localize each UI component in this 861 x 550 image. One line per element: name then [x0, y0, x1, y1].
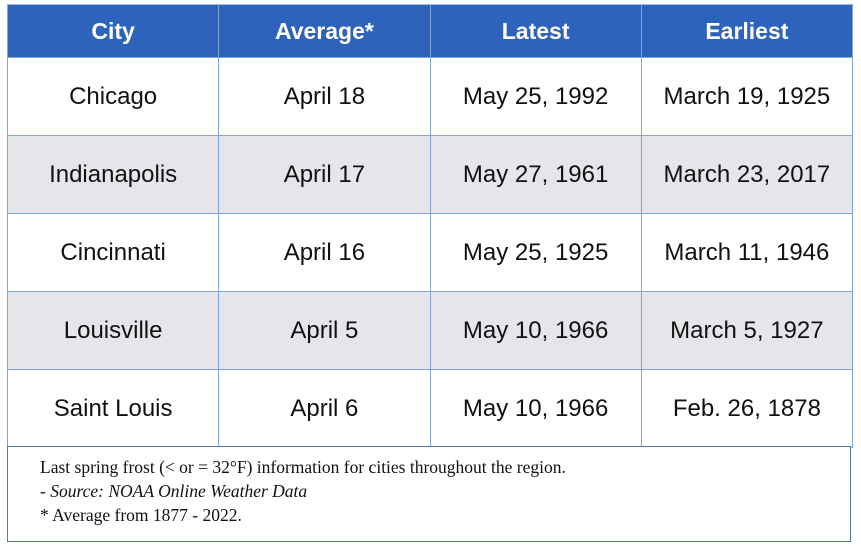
cell-earliest: Feb. 26, 1878: [640, 369, 854, 448]
cell-earliest: March 11, 1946: [640, 213, 854, 292]
footnote-average-range: * Average from 1877 - 2022.: [40, 505, 242, 525]
cell-earliest: March 19, 1925: [640, 57, 854, 136]
cell-earliest: March 23, 2017: [640, 135, 854, 214]
header-average: Average*: [218, 4, 431, 58]
cell-latest: May 10, 1966: [429, 291, 642, 370]
cell-average: April 6: [218, 369, 431, 448]
table-row: Cincinnati April 16 May 25, 1925 March 1…: [6, 213, 854, 292]
cell-city: Cincinnati: [6, 213, 220, 292]
cell-city: Indianapolis: [6, 135, 220, 214]
cell-city: Chicago: [6, 57, 220, 136]
cell-latest: May 25, 1992: [429, 57, 642, 136]
footnote-source: - Source: NOAA Online Weather Data: [40, 479, 850, 503]
cell-average: April 18: [218, 57, 431, 136]
cell-latest: May 25, 1925: [429, 213, 642, 292]
table-row: Louisville April 5 May 10, 1966 March 5,…: [6, 291, 854, 370]
table-row: Indianapolis April 17 May 27, 1961 March…: [6, 135, 854, 214]
header-earliest: Earliest: [640, 4, 854, 58]
cell-city: Louisville: [6, 291, 220, 370]
table-row: Saint Louis April 6 May 10, 1966 Feb. 26…: [6, 369, 854, 448]
source-dash: -: [40, 481, 51, 501]
cell-earliest: March 5, 1927: [640, 291, 854, 370]
footnote-description: Last spring frost (< or = 32°F) informat…: [40, 457, 566, 477]
header-city: City: [6, 4, 220, 58]
header-row: City Average* Latest Earliest: [6, 4, 854, 58]
table-row: Chicago April 18 May 25, 1992 March 19, …: [6, 57, 854, 136]
cell-average: April 17: [218, 135, 431, 214]
cell-average: April 5: [218, 291, 431, 370]
cell-latest: May 10, 1966: [429, 369, 642, 448]
header-latest: Latest: [429, 4, 642, 58]
source-text: Source: NOAA Online Weather Data: [50, 481, 308, 501]
cell-latest: May 27, 1961: [429, 135, 642, 214]
footnote-box: Last spring frost (< or = 32°F) informat…: [7, 446, 851, 542]
cell-city: Saint Louis: [6, 369, 220, 448]
cell-average: April 16: [218, 213, 431, 292]
frost-table: City Average* Latest Earliest Chicago Ap…: [6, 4, 854, 448]
